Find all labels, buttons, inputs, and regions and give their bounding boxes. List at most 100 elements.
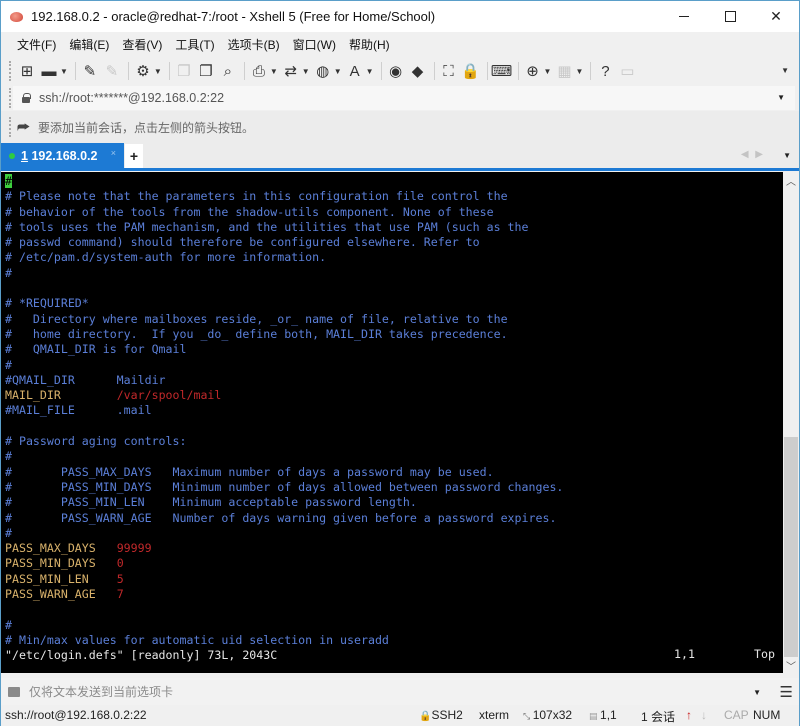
terminal-line: # Directory where mailboxes reside, _or_…	[5, 312, 783, 327]
terminal-line: #	[5, 266, 783, 281]
terminal-text: 99999	[116, 541, 152, 556]
menu-view[interactable]: 查看(V)	[122, 36, 162, 53]
find-button[interactable]: ⌕	[219, 59, 237, 83]
terminal-output[interactable]: # # Please note that the parameters in th…	[1, 172, 783, 673]
font-button[interactable]: A ▼	[346, 59, 374, 83]
help-icon: ?	[601, 62, 610, 80]
tab-close-icon[interactable]: ×	[111, 148, 116, 158]
keyboard-button[interactable]: ⌨	[490, 59, 513, 83]
dropdown-caret-icon[interactable]: ▼	[60, 67, 68, 76]
window-title: 192.168.0.2 - oracle@redhat-7:/root - Xs…	[31, 9, 436, 24]
compose-input[interactable]: 仅将文本发送到当前选项卡	[29, 683, 173, 700]
connect-icon: ✎	[83, 63, 97, 80]
transfer-button[interactable]: ⇄ ▼	[282, 59, 310, 83]
menu-file[interactable]: 文件(F)	[17, 36, 56, 53]
dropdown-caret-icon[interactable]: ▼	[544, 67, 552, 76]
compose-icon[interactable]	[8, 686, 20, 697]
menu-tools[interactable]: 工具(T)	[175, 36, 214, 53]
menu-help[interactable]: 帮助(H)	[349, 36, 390, 53]
terminal-text: # Please note that the parameters in thi…	[5, 189, 508, 204]
toolbar-overflow-icon[interactable]: ▼	[781, 66, 789, 75]
terminal-line: # tools uses the PAM mechanism, and the …	[5, 220, 783, 235]
lock-icon: 🔒	[461, 63, 480, 80]
open-folder-button[interactable]: ▬ ▼	[40, 59, 68, 83]
fullscreen-button[interactable]: ⛶	[440, 59, 458, 83]
xftp-button[interactable]: ◉	[387, 59, 405, 83]
disconnect-button[interactable]: ✎	[103, 59, 121, 83]
copy-button[interactable]: ❐	[175, 59, 193, 83]
new-tab-group-button[interactable]: ⊕ ▼	[524, 59, 552, 83]
compose-menu-icon[interactable]: ☰	[780, 683, 793, 701]
terminal-text: # PASS_WARN_AGE Number of days warning g…	[5, 510, 557, 525]
dropdown-caret-icon[interactable]: ▼	[575, 67, 583, 76]
xshell-logo-icon	[9, 10, 25, 24]
new-tab-button[interactable]: +	[125, 144, 143, 168]
dropdown-caret-icon[interactable]: ▼	[302, 67, 310, 76]
address-value[interactable]: ssh://root:*******@192.168.0.2:22	[39, 91, 224, 105]
menu-edit[interactable]: 编辑(E)	[69, 36, 109, 53]
terminal-text: # /etc/pam.d/system-auth for more inform…	[5, 250, 327, 265]
tab-list-dropdown-icon[interactable]: ▼	[783, 151, 791, 160]
terminal-line: # *REQUIRED*	[5, 296, 783, 311]
help-button[interactable]: ?	[596, 59, 614, 83]
globe-button[interactable]: ◍ ▼	[314, 59, 342, 83]
fullscreen-icon: ⛶	[443, 62, 454, 80]
dropdown-caret-icon[interactable]: ▼	[334, 67, 342, 76]
dropdown-caret-icon[interactable]: ▼	[154, 67, 162, 76]
compose-dropdown-icon[interactable]: ▼	[753, 688, 761, 697]
menu-window[interactable]: 窗口(W)	[293, 36, 336, 53]
tab-label: 1 192.168.0.2	[21, 148, 98, 163]
toolbar-separator	[517, 62, 519, 80]
lock-button[interactable]: 🔒	[461, 59, 480, 83]
terminal-line: # Password aging controls:	[5, 434, 783, 449]
print-button[interactable]: ⎙ ▼	[250, 59, 278, 83]
layout-button[interactable]: ▦ ▼	[555, 59, 583, 83]
add-session-arrow-icon[interactable]: ⮫	[17, 119, 33, 135]
tab-scroll-arrows[interactable]: ◀ ▶	[741, 149, 765, 160]
terminal-line: #	[5, 449, 783, 464]
toolbar-separator	[74, 62, 76, 80]
terminal-line: # PASS_MIN_LEN Minimum acceptable passwo…	[5, 495, 783, 510]
properties-button[interactable]: ⚙ ▼	[134, 59, 162, 83]
terminal-line: PASS_WARN_AGE 7	[5, 587, 783, 602]
terminal-line: #QMAIL_DIR Maildir	[5, 373, 783, 388]
terminal-line: PASS_MIN_DAYS 0	[5, 556, 783, 571]
toolbar-grip[interactable]	[9, 61, 12, 81]
toolbar-separator	[380, 62, 382, 80]
address-dropdown-icon[interactable]: ▼	[777, 93, 785, 102]
new-session-button[interactable]: ⊞	[18, 59, 36, 83]
print-icon: ⎙	[252, 62, 265, 80]
terminal-text: 7	[116, 587, 124, 602]
terminal-text: PASS_MIN_LEN	[5, 571, 117, 586]
paste-button[interactable]: ❐	[197, 59, 215, 83]
terminal-line: #	[5, 174, 783, 189]
dropdown-caret-icon[interactable]: ▼	[270, 67, 278, 76]
scroll-down-icon[interactable]: ﹀	[783, 657, 799, 673]
properties-icon: ⚙	[136, 63, 150, 80]
terminal-line: MAIL_DIR /var/spool/mail	[5, 388, 783, 403]
terminal-line: # PASS_MAX_DAYS Maximum number of days a…	[5, 465, 783, 480]
status-protocol: 🔒SSH2	[419, 708, 463, 722]
maximize-button[interactable]	[707, 1, 753, 32]
keyboard-icon: ⌨	[490, 63, 513, 80]
window-controls: ✕	[661, 1, 799, 32]
terminal-scrollbar[interactable]: ︿ ﹀	[783, 172, 799, 673]
menu-tabs[interactable]: 选项卡(B)	[228, 36, 280, 53]
close-button[interactable]: ✕	[753, 1, 799, 32]
scroll-up-icon[interactable]: ︿	[783, 172, 799, 188]
paste-icon: ❐	[199, 63, 213, 80]
scrollbar-thumb[interactable]	[784, 437, 798, 657]
minimize-button[interactable]	[661, 1, 707, 32]
address-grip[interactable]	[9, 88, 12, 108]
dropdown-caret-icon[interactable]: ▼	[366, 67, 374, 76]
address-field[interactable]: ssh://root:*******@192.168.0.2:22 ▼	[13, 86, 795, 110]
vim-cursor-position: 1,1	[674, 647, 695, 661]
xmanager-button[interactable]: ◆	[409, 59, 427, 83]
hint-grip[interactable]	[9, 117, 12, 137]
connect-button[interactable]: ✎	[81, 59, 99, 83]
terminal-text: # Password aging controls:	[5, 434, 187, 449]
toolbar-separator	[590, 62, 592, 80]
tab-session-1[interactable]: 1 192.168.0.2 ×	[1, 143, 124, 168]
comment-button[interactable]: ▭	[618, 59, 636, 83]
toolbar-separator	[433, 62, 435, 80]
